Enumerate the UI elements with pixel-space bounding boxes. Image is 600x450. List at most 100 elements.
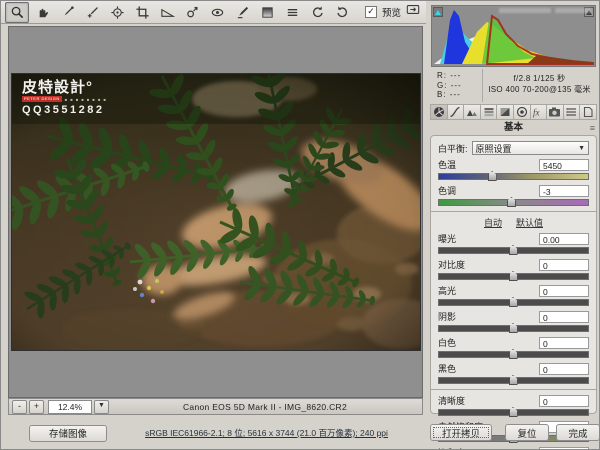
tab-presets[interactable] (564, 104, 581, 120)
tint-value[interactable]: -3 (539, 185, 589, 197)
clarity-value[interactable]: 0 (539, 395, 589, 407)
slider-thumb[interactable] (509, 407, 518, 417)
clarity-slider[interactable] (438, 409, 589, 416)
r-value: --- (450, 71, 461, 80)
targeted-adjustment-tool[interactable] (105, 2, 129, 23)
highlights-value[interactable]: 0 (539, 285, 589, 297)
highlights-slider[interactable] (438, 299, 589, 306)
watermark-title: 皮特設計° (22, 79, 107, 96)
save-image-button[interactable]: 存储图像 (29, 425, 107, 442)
tab-lens-corrections[interactable] (514, 104, 531, 120)
rotate-right-tool[interactable] (330, 2, 354, 23)
zoom-dropdown-button[interactable]: ▼ (94, 400, 109, 414)
shadows-slider[interactable] (438, 325, 589, 332)
slider-thumb[interactable] (509, 349, 518, 359)
exposure-slider[interactable] (438, 247, 589, 254)
rotate-left-tool[interactable] (305, 2, 329, 23)
straighten-tool[interactable] (155, 2, 179, 23)
tab-basic[interactable] (430, 104, 448, 120)
exif-iso-lens: ISO 400 70-200@135 毫米 (483, 84, 596, 95)
white-balance-value: 原照设置 (476, 142, 512, 155)
whites-slider[interactable] (438, 351, 589, 358)
camera-raw-dialog: ✓ 预览 (0, 0, 600, 450)
zoom-out-button[interactable]: - (12, 400, 27, 414)
basic-header-label: 基本 (504, 122, 523, 133)
slider-thumb[interactable] (509, 297, 518, 307)
contrast-label: 对比度 (438, 258, 465, 271)
shadow-clipping-indicator[interactable] (433, 7, 443, 17)
exposure-value[interactable]: 0.00 (539, 233, 589, 245)
zoom-level-field[interactable]: 12.4% (48, 400, 92, 414)
highlights-label: 高光 (438, 284, 456, 297)
tab-hsl-grayscale[interactable] (481, 104, 498, 120)
blacks-label: 黑色 (438, 362, 456, 375)
b-label: B: (437, 90, 447, 99)
color-sampler-tool[interactable] (80, 2, 104, 23)
chevron-down-icon: ▼ (578, 145, 585, 152)
histogram-watermark (499, 8, 551, 13)
g-value: --- (451, 81, 462, 90)
graduated-filter-tool[interactable] (255, 2, 279, 23)
panel-tabs: fx (430, 104, 597, 120)
preferences-tool[interactable] (280, 2, 304, 23)
slider-thumb[interactable] (509, 375, 518, 385)
slider-thumb[interactable] (507, 197, 516, 207)
workflow-options-link[interactable]: sRGB IEC61966-2.1; 8 位; 5616 x 3744 (21.… (107, 427, 426, 439)
open-copy-button[interactable]: 打开拷贝 (430, 424, 492, 441)
crop-tool[interactable] (130, 2, 154, 23)
tab-detail[interactable] (464, 104, 481, 120)
auto-link[interactable]: 自动 (484, 218, 502, 228)
blacks-value[interactable]: 0 (539, 363, 589, 375)
svg-text:fx: fx (533, 108, 540, 118)
basic-panel-content: 白平衡: 原照设置 ▼ 色温 5450 色调 -3 (430, 135, 597, 414)
slider-thumb[interactable] (509, 271, 518, 281)
temperature-label: 色温 (438, 158, 456, 171)
slider-thumb[interactable] (509, 245, 518, 255)
shadows-value[interactable]: 0 (539, 311, 589, 323)
photo-watermark: 皮特設計° PETER DESIGN ■ ■ ■ ■ ■ ■ ■ ■ QQ355… (22, 79, 107, 116)
fullscreen-toggle-icon[interactable] (406, 3, 420, 21)
tab-snapshots[interactable] (580, 104, 597, 120)
temperature-slider[interactable] (438, 173, 589, 180)
spot-removal-tool[interactable] (180, 2, 204, 23)
default-link[interactable]: 默认值 (516, 218, 543, 228)
contrast-slider[interactable] (438, 273, 589, 280)
slider-thumb[interactable] (509, 323, 518, 333)
hand-tool[interactable] (30, 2, 54, 23)
contrast-value[interactable]: 0 (539, 259, 589, 271)
dialog-buttons: 打开拷贝 复位 完成 (426, 424, 600, 441)
shadows-label: 阴影 (438, 310, 456, 323)
white-balance-tool[interactable] (55, 2, 79, 23)
tab-tone-curve[interactable] (448, 104, 465, 120)
blacks-slider[interactable] (438, 377, 589, 384)
done-button[interactable]: 完成 (556, 424, 600, 441)
toolbar: ✓ 预览 (1, 1, 426, 24)
image-info: R: --- G: --- B: --- f/2.8 1/125 秒 ISO 4… (431, 69, 596, 102)
white-balance-label: 白平衡: (438, 142, 468, 155)
adjustments-panel: R: --- G: --- B: --- f/2.8 1/125 秒 ISO 4… (426, 1, 600, 450)
watermark-qq: QQ3551282 (22, 104, 107, 116)
whites-value[interactable]: 0 (539, 337, 589, 349)
histogram[interactable] (431, 5, 596, 67)
preview-checkbox[interactable]: ✓ (365, 6, 377, 18)
slider-thumb[interactable] (488, 171, 497, 181)
tab-camera-calibration[interactable] (547, 104, 564, 120)
tint-slider[interactable] (438, 199, 589, 206)
panel-menu-icon[interactable]: ≡ (590, 122, 595, 135)
b-value: --- (450, 90, 461, 99)
temperature-value[interactable]: 5450 (539, 159, 589, 171)
tab-split-toning[interactable] (497, 104, 514, 120)
g-label: G: (437, 81, 447, 90)
zoom-in-button[interactable]: + (29, 400, 44, 414)
status-bar: - + 12.4% ▼ Canon EOS 5D Mark II - IMG_8… (8, 398, 423, 415)
basic-panel-header: 基本 ≡ (430, 121, 597, 134)
zoom-tool[interactable] (5, 2, 29, 23)
reset-button[interactable]: 复位 (505, 424, 549, 441)
photo-preview[interactable]: 皮特設計° PETER DESIGN ■ ■ ■ ■ ■ ■ ■ ■ QQ355… (11, 73, 421, 351)
red-eye-tool[interactable] (205, 2, 229, 23)
white-balance-select[interactable]: 原照设置 ▼ (472, 141, 589, 155)
adjustment-brush-tool[interactable] (230, 2, 254, 23)
tab-effects[interactable]: fx (531, 104, 548, 120)
divider (431, 211, 596, 212)
tint-label: 色调 (438, 184, 456, 197)
